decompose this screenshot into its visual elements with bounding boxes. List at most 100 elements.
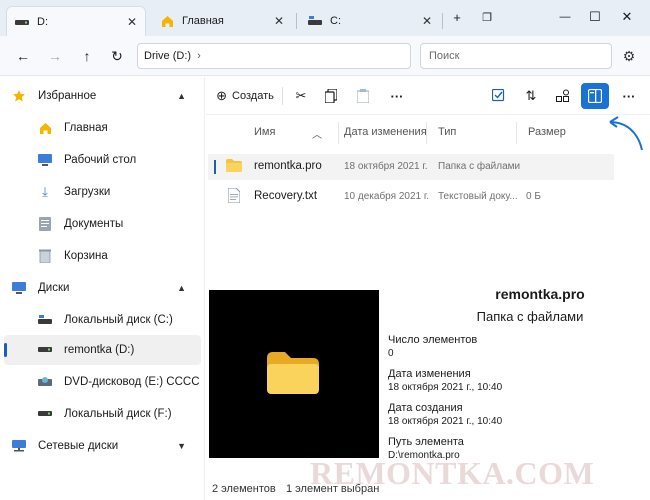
sidebar-item-desktop[interactable]: Рабочий стол	[0, 145, 200, 175]
minimize-button[interactable]: —	[552, 6, 578, 28]
sort-icon[interactable]: ⇅	[520, 85, 542, 107]
plus-circle-icon: ⊕	[216, 88, 228, 103]
drive-icon	[38, 343, 52, 357]
sidebar-section-label: Сетевые диски	[38, 440, 119, 452]
star-icon	[12, 89, 26, 103]
sidebar-item-recycle-bin[interactable]: Корзина	[0, 241, 200, 271]
search-input[interactable]: Поиск	[420, 43, 612, 69]
sidebar-item-documents[interactable]: Документы	[0, 209, 200, 239]
command-bar: ⊕ Создать ✂ ··· ⇅ ···	[206, 77, 650, 115]
file-name: remontka.pro	[254, 160, 322, 172]
maximize-button[interactable]: ☐	[582, 6, 608, 28]
chevron-down-icon[interactable]: ▼	[177, 441, 186, 451]
dvd-icon	[38, 375, 52, 389]
sidebar-section-network[interactable]: Сетевые диски ▼	[0, 431, 200, 461]
file-type: Текстовый доку...	[438, 191, 518, 202]
sidebar: Избранное ▲ Главная Рабочий стол ⤓ Загру…	[0, 77, 205, 500]
drive-icon	[15, 15, 29, 29]
tab-label: D:	[37, 15, 48, 28]
gear-icon[interactable]: ⚙	[618, 45, 640, 67]
create-button[interactable]: ⊕ Создать	[216, 85, 274, 107]
folder-icon	[267, 352, 319, 394]
paste-icon[interactable]	[352, 85, 374, 107]
sidebar-item-drive-c[interactable]: Локальный диск (C:)	[0, 305, 200, 335]
file-row[interactable]: remontka.pro 18 октября 2021 г. Папка с …	[208, 154, 614, 180]
tab-separator	[296, 13, 297, 29]
sidebar-item-label: Документы	[64, 218, 124, 230]
column-type[interactable]: Тип	[438, 126, 456, 138]
new-tab-button[interactable]: +	[444, 6, 470, 28]
file-row[interactable]: Recovery.txt 10 декабря 2021 г. Текстовы…	[208, 184, 614, 210]
column-date[interactable]: Дата изменения	[344, 126, 427, 138]
sidebar-item-label: Локальный диск (F:)	[64, 408, 172, 420]
preview-subtitle: Папка с файлами	[476, 309, 584, 324]
tab-list-icon[interactable]: ❐	[474, 6, 500, 28]
breadcrumb[interactable]: Drive (D:)	[144, 50, 191, 62]
drive-icon	[38, 407, 52, 421]
sidebar-section-drives[interactable]: Диски ▲	[0, 273, 200, 303]
tab-bar: D: ✕ Главная ✕ C: ✕ + ❐ — ☐ ✕	[0, 0, 650, 36]
sidebar-item-label: Загрузки	[64, 186, 111, 198]
column-separator[interactable]	[516, 122, 517, 144]
tab-drive-d[interactable]: D: ✕	[6, 6, 146, 36]
tab-separator	[442, 13, 443, 29]
drive-icon	[308, 14, 322, 28]
sidebar-item-drive-f[interactable]: Локальный диск (F:)	[0, 399, 200, 429]
close-tab-icon[interactable]: ✕	[422, 14, 432, 28]
chevron-up-icon[interactable]: ▲	[177, 283, 186, 293]
preview-title: remontka.pro	[495, 286, 585, 302]
file-date: 18 октября 2021 г.	[344, 161, 428, 172]
close-window-button[interactable]: ✕	[614, 6, 640, 28]
column-separator[interactable]	[338, 122, 339, 144]
refresh-icon[interactable]: ↻	[106, 45, 128, 67]
sidebar-item-downloads[interactable]: ⤓ Загрузки	[0, 177, 200, 207]
sidebar-item-label: Корзина	[64, 250, 108, 262]
drive-icon	[38, 313, 52, 327]
desktop-icon	[38, 153, 52, 167]
cut-icon[interactable]: ✂	[290, 85, 312, 107]
column-size[interactable]: Размер	[528, 126, 566, 138]
back-arrow-icon[interactable]: ←	[12, 45, 34, 67]
document-icon	[38, 217, 52, 231]
select-all-icon[interactable]	[488, 85, 510, 107]
tab-drive-c[interactable]: C: ✕	[300, 6, 440, 36]
copy-icon[interactable]	[320, 85, 342, 107]
view-options-icon[interactable]	[552, 85, 574, 107]
sidebar-item-label: Главная	[64, 122, 108, 134]
status-item-count: 2 элементов	[212, 483, 276, 495]
preview-pane-button[interactable]	[581, 83, 609, 109]
sort-up-icon[interactable]: ︿	[312, 126, 322, 141]
column-separator[interactable]	[426, 122, 427, 144]
sidebar-item-drive-d[interactable]: remontka (D:)	[4, 335, 201, 365]
preview-created-label: Дата создания	[388, 402, 463, 414]
chevron-right-icon[interactable]: ›	[197, 50, 201, 62]
up-arrow-icon[interactable]: ↑	[76, 45, 98, 67]
tab-label: Главная	[182, 15, 224, 27]
create-label: Создать	[232, 90, 274, 102]
preview-created-value: 18 октября 2021 г., 10:40	[388, 416, 503, 427]
column-name[interactable]: Имя	[254, 126, 275, 138]
tab-home[interactable]: Главная ✕	[152, 6, 292, 36]
address-bar[interactable]: Drive (D:) ›	[137, 43, 411, 69]
preview-thumbnail	[209, 290, 379, 458]
preview-count-label: Число элементов	[388, 334, 478, 346]
more-options-icon[interactable]: ···	[618, 85, 640, 107]
file-type: Папка с файлами	[438, 161, 521, 172]
sidebar-section-label: Избранное	[38, 90, 97, 102]
sidebar-item-label: DVD-дисковод (E:) CCCC	[64, 376, 200, 388]
file-name: Recovery.txt	[254, 190, 318, 202]
selection-indicator	[214, 160, 216, 174]
chevron-up-icon[interactable]: ▲	[177, 91, 186, 101]
file-date: 10 декабря 2021 г.	[344, 191, 430, 202]
sidebar-item-label: remontka (D:)	[64, 344, 135, 356]
close-tab-icon[interactable]: ✕	[127, 15, 137, 29]
sidebar-section-favorites[interactable]: Избранное ▲	[0, 81, 200, 111]
more-icon[interactable]: ···	[386, 85, 408, 107]
folder-icon	[226, 159, 242, 175]
sidebar-item-home[interactable]: Главная	[0, 113, 200, 143]
home-icon	[160, 14, 174, 28]
close-tab-icon[interactable]: ✕	[274, 14, 284, 28]
sidebar-item-drive-e[interactable]: DVD-дисковод (E:) CCCC	[0, 367, 200, 397]
sidebar-section-label: Диски	[38, 282, 70, 294]
forward-arrow-icon[interactable]: →	[44, 45, 66, 67]
